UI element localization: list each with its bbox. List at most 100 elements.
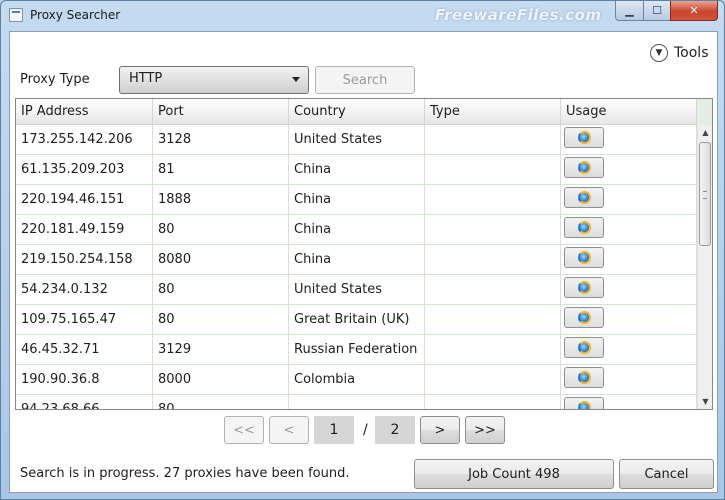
table-row[interactable]: 173.255.142.206 3128 United States bbox=[16, 125, 697, 155]
close-icon: ✕ bbox=[689, 4, 699, 17]
country-cell: United States bbox=[289, 125, 425, 155]
internet-explorer-icon bbox=[577, 221, 591, 234]
usage-cell bbox=[561, 185, 697, 215]
ip-cell: 173.255.142.206 bbox=[16, 125, 153, 155]
country-cell: United States bbox=[289, 275, 425, 305]
internet-explorer-icon bbox=[577, 131, 591, 144]
internet-explorer-icon bbox=[577, 281, 591, 294]
port-cell: 8080 bbox=[153, 245, 289, 275]
country-cell: Russian Federation bbox=[289, 335, 425, 365]
usage-cell bbox=[561, 155, 697, 185]
use-proxy-button[interactable] bbox=[564, 157, 604, 178]
scroll-down-arrow-icon[interactable]: ▼ bbox=[698, 394, 712, 409]
last-page-button[interactable]: >> bbox=[465, 416, 505, 444]
table-row[interactable]: 109.75.165.47 80 Great Britain (UK) bbox=[16, 305, 697, 335]
close-button[interactable]: ✕ bbox=[670, 1, 718, 21]
column-header-port[interactable]: Port bbox=[153, 99, 289, 125]
port-cell: 1888 bbox=[153, 185, 289, 215]
use-proxy-button[interactable] bbox=[564, 127, 604, 148]
table-row[interactable]: 220.194.46.151 1888 China bbox=[16, 185, 697, 215]
title-bar[interactable]: Proxy Searcher FreewareFiles.com ▁ ☐ ✕ bbox=[1, 1, 724, 31]
usage-cell bbox=[561, 335, 697, 365]
search-button[interactable]: Search bbox=[315, 66, 415, 94]
internet-explorer-icon bbox=[577, 161, 591, 174]
type-cell bbox=[425, 185, 561, 215]
use-proxy-button[interactable] bbox=[564, 337, 604, 358]
tools-button[interactable]: ▼ Tools bbox=[650, 44, 709, 62]
internet-explorer-icon bbox=[577, 341, 591, 354]
usage-cell bbox=[561, 395, 697, 409]
ip-cell: 46.45.32.71 bbox=[16, 335, 153, 365]
dropdown-arrow-icon bbox=[292, 77, 300, 82]
use-proxy-button[interactable] bbox=[564, 217, 604, 238]
app-icon bbox=[9, 8, 23, 22]
watermark: FreewareFiles.com bbox=[435, 6, 602, 24]
minimize-icon: ▁ bbox=[625, 4, 634, 17]
next-page-button[interactable]: > bbox=[420, 416, 460, 444]
table-row[interactable]: 94.23.68.66 80 bbox=[16, 395, 697, 409]
use-proxy-button[interactable] bbox=[564, 397, 604, 409]
use-proxy-button[interactable] bbox=[564, 277, 604, 298]
port-cell: 80 bbox=[153, 395, 289, 409]
proxy-type-value: HTTP bbox=[129, 71, 163, 86]
type-cell bbox=[425, 395, 561, 409]
grid-vertical-scrollbar[interactable]: ▲ ▼ bbox=[697, 125, 712, 409]
type-cell bbox=[425, 155, 561, 185]
ip-cell: 220.194.46.151 bbox=[16, 185, 153, 215]
country-cell: China bbox=[289, 185, 425, 215]
table-row[interactable]: 190.90.36.8 8000 Colombia bbox=[16, 365, 697, 395]
proxy-grid: IP Address Port Country Type Usage 173.2… bbox=[15, 98, 713, 410]
usage-cell bbox=[561, 275, 697, 305]
table-row[interactable]: 54.234.0.132 80 United States bbox=[16, 275, 697, 305]
grid-header: IP Address Port Country Type Usage bbox=[16, 99, 712, 125]
job-count-button[interactable]: Job Count 498 bbox=[414, 459, 614, 489]
country-cell bbox=[289, 395, 425, 409]
use-proxy-button[interactable] bbox=[564, 247, 604, 268]
country-cell: China bbox=[289, 215, 425, 245]
internet-explorer-icon bbox=[577, 251, 591, 264]
scroll-up-arrow-icon[interactable]: ▲ bbox=[698, 125, 712, 140]
column-header-type[interactable]: Type bbox=[425, 99, 561, 125]
internet-explorer-icon bbox=[577, 371, 591, 384]
column-header-usage[interactable]: Usage bbox=[561, 99, 697, 125]
port-cell: 80 bbox=[153, 215, 289, 245]
type-cell bbox=[425, 335, 561, 365]
ip-cell: 94.23.68.66 bbox=[16, 395, 153, 409]
internet-explorer-icon bbox=[577, 191, 591, 204]
use-proxy-button[interactable] bbox=[564, 367, 604, 388]
usage-cell bbox=[561, 305, 697, 335]
proxy-type-select[interactable]: HTTP bbox=[119, 66, 309, 94]
table-row[interactable]: 219.150.254.158 8080 China bbox=[16, 245, 697, 275]
client-area: ▼ Tools Proxy Type HTTP Search IP Addres… bbox=[9, 31, 718, 493]
column-header-ip[interactable]: IP Address bbox=[16, 99, 153, 125]
usage-cell bbox=[561, 245, 697, 275]
ip-cell: 219.150.254.158 bbox=[16, 245, 153, 275]
main-window: Proxy Searcher FreewareFiles.com ▁ ☐ ✕ ▼… bbox=[0, 0, 725, 500]
type-cell bbox=[425, 365, 561, 395]
cancel-button[interactable]: Cancel bbox=[619, 459, 714, 489]
maximize-icon: ☐ bbox=[652, 4, 662, 17]
window-title: Proxy Searcher bbox=[30, 8, 121, 22]
use-proxy-button[interactable] bbox=[564, 187, 604, 208]
column-header-country[interactable]: Country bbox=[289, 99, 425, 125]
maximize-button[interactable]: ☐ bbox=[643, 1, 671, 21]
scrollbar-thumb[interactable] bbox=[699, 142, 711, 246]
table-row[interactable]: 220.181.49.159 80 China bbox=[16, 215, 697, 245]
type-cell bbox=[425, 245, 561, 275]
first-page-button[interactable]: << bbox=[224, 416, 264, 444]
type-cell bbox=[425, 305, 561, 335]
country-cell: China bbox=[289, 245, 425, 275]
use-proxy-button[interactable] bbox=[564, 307, 604, 328]
usage-cell bbox=[561, 365, 697, 395]
ip-cell: 61.135.209.203 bbox=[16, 155, 153, 185]
table-row[interactable]: 61.135.209.203 81 China bbox=[16, 155, 697, 185]
port-cell: 8000 bbox=[153, 365, 289, 395]
minimize-button[interactable]: ▁ bbox=[615, 1, 644, 21]
port-cell: 3129 bbox=[153, 335, 289, 365]
internet-explorer-icon bbox=[577, 401, 591, 409]
usage-cell bbox=[561, 215, 697, 245]
port-cell: 81 bbox=[153, 155, 289, 185]
table-row[interactable]: 46.45.32.71 3129 Russian Federation bbox=[16, 335, 697, 365]
previous-page-button[interactable]: < bbox=[269, 416, 309, 444]
status-text: Search is in progress. 27 proxies have b… bbox=[20, 466, 350, 481]
